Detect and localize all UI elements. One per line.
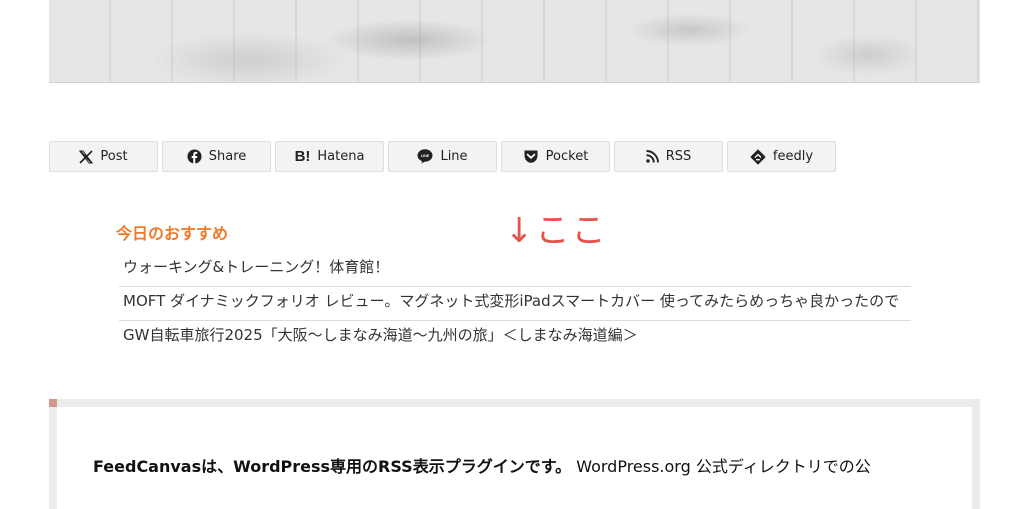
share-rss-button[interactable]: RSS bbox=[614, 141, 723, 172]
share-facebook-button[interactable]: Share bbox=[162, 141, 271, 172]
card-body: FeedCanvasは、WordPress専用のRSS表示プラグインです。 Wo… bbox=[57, 407, 972, 509]
share-feedly-label: feedly bbox=[772, 149, 814, 164]
share-x-label: Post bbox=[100, 149, 128, 164]
card-normal-text: WordPress.org 公式ディレクトリでの公 bbox=[571, 457, 871, 476]
share-rss-label: RSS bbox=[665, 149, 692, 164]
svg-text:LINE: LINE bbox=[421, 154, 430, 158]
pocket-icon bbox=[524, 150, 538, 163]
share-line-label: Line bbox=[440, 149, 468, 164]
share-facebook-label: Share bbox=[208, 149, 247, 164]
feedcanvas-card: FeedCanvasは、WordPress専用のRSS表示プラグインです。 Wo… bbox=[49, 399, 980, 509]
share-feedly-button[interactable]: feedly bbox=[727, 141, 836, 172]
hero-image bbox=[49, 0, 980, 83]
recommend-item[interactable]: MOFT ダイナミックフォリオ レビュー。マグネット式変形iPadスマートカバー… bbox=[119, 287, 911, 321]
share-x-button[interactable]: Post bbox=[49, 141, 158, 172]
annotation-here: ↓ここ bbox=[505, 211, 608, 251]
share-pocket-button[interactable]: Pocket bbox=[501, 141, 610, 172]
feedly-icon bbox=[750, 149, 766, 164]
x-icon bbox=[79, 149, 94, 164]
share-line-button[interactable]: LINE Line bbox=[388, 141, 497, 172]
share-hatena-label: Hatena bbox=[317, 149, 365, 164]
line-icon: LINE bbox=[417, 149, 433, 164]
hatena-icon: B! bbox=[294, 148, 311, 165]
facebook-icon bbox=[187, 149, 202, 164]
recommend-item[interactable]: ウォーキング&トレーニング！体育館！ bbox=[119, 253, 911, 287]
rss-icon bbox=[646, 150, 659, 163]
share-pocket-label: Pocket bbox=[545, 149, 589, 164]
share-hatena-button[interactable]: B! Hatena bbox=[275, 141, 384, 172]
recommend-list: ウォーキング&トレーニング！体育館！ MOFT ダイナミックフォリオ レビュー。… bbox=[119, 253, 911, 355]
card-accent-corner bbox=[49, 399, 57, 407]
recommend-title: 今日のおすすめ bbox=[116, 224, 229, 243]
recommend-item[interactable]: GW自転車旅行2025「大阪〜しまなみ海道〜九州の旅」＜しまなみ海道編＞ bbox=[119, 321, 911, 355]
share-buttons: Post Share B! Hatena LINE Line Pocket RS… bbox=[49, 141, 836, 172]
card-bold-text: FeedCanvasは、WordPress専用のRSS表示プラグインです。 bbox=[93, 457, 572, 476]
card-description: FeedCanvasは、WordPress専用のRSS表示プラグインです。 Wo… bbox=[93, 453, 871, 477]
